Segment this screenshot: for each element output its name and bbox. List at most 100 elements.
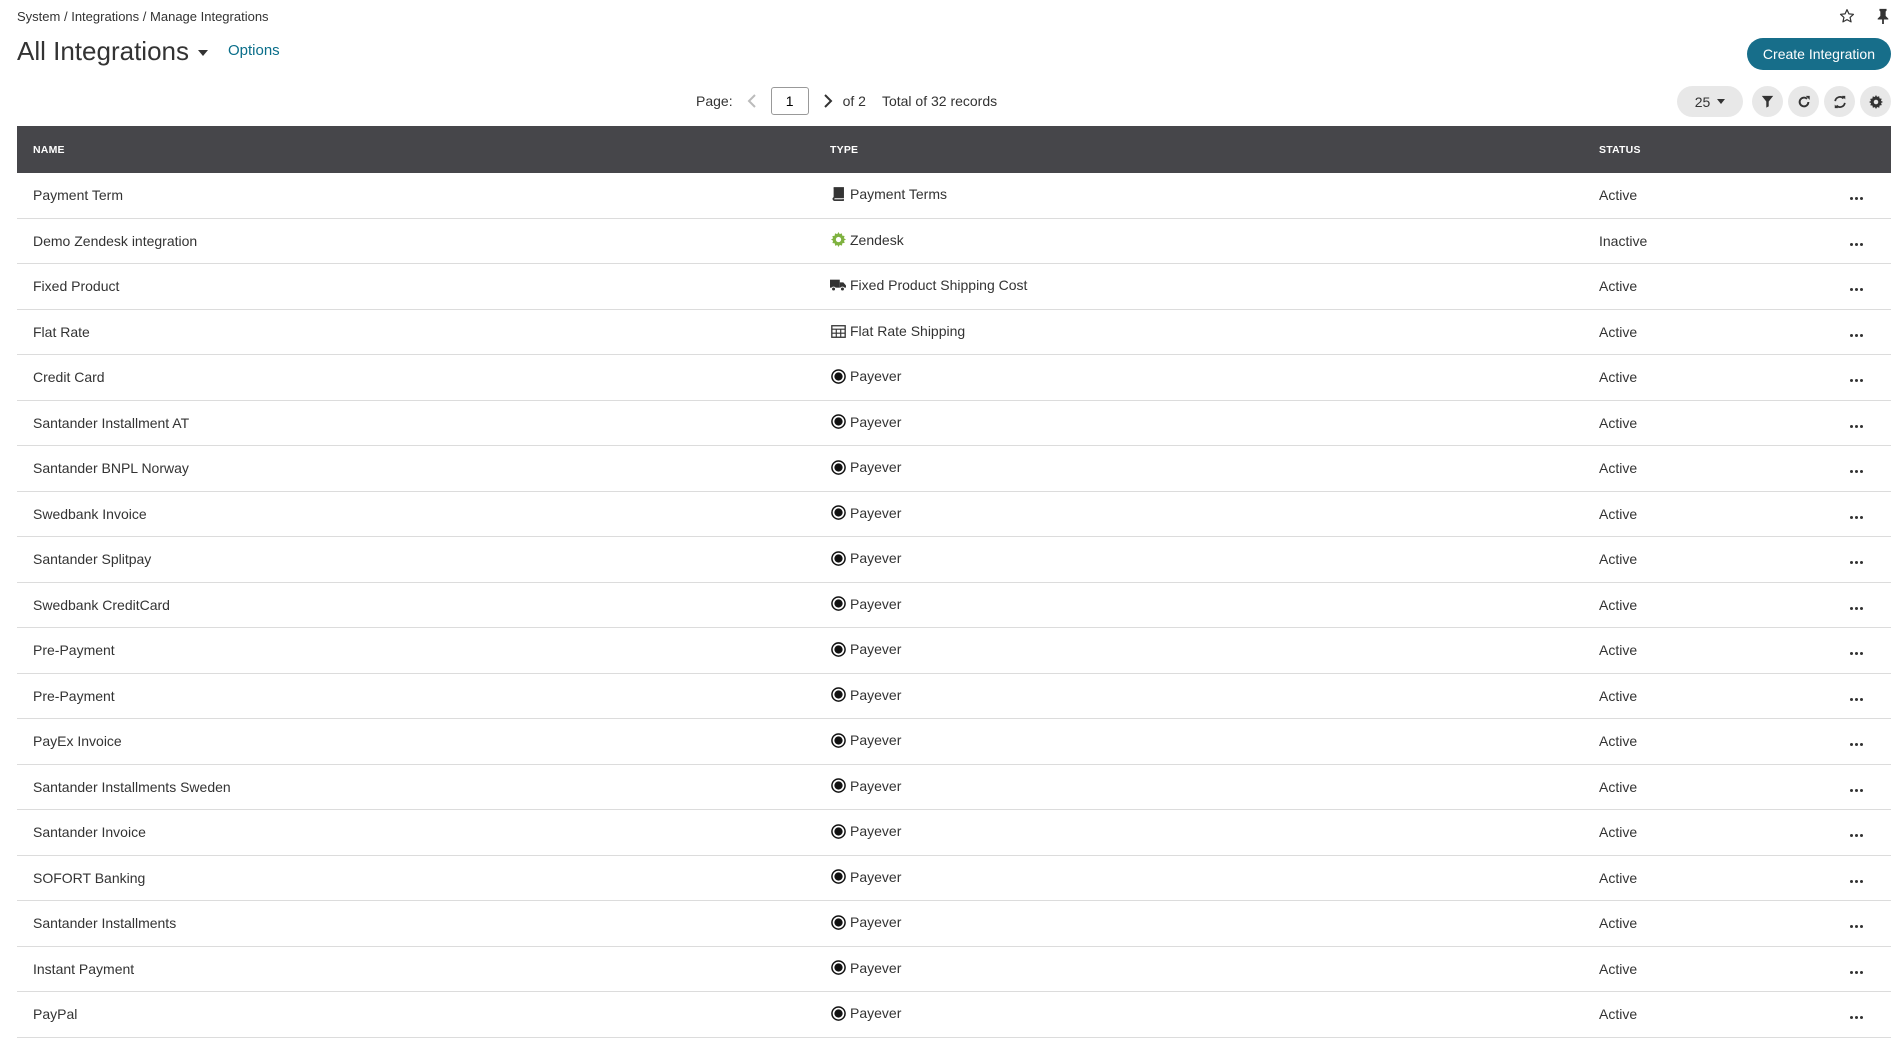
- row-name[interactable]: Pre-Payment: [17, 627, 830, 674]
- row-name[interactable]: SOFORT Banking: [17, 855, 830, 901]
- table-row[interactable]: SOFORT Banking Payever Active: [17, 855, 1891, 901]
- table-row[interactable]: PayEx Invoice Payever Active: [17, 718, 1891, 765]
- filter-button[interactable]: [1752, 86, 1783, 117]
- table-row[interactable]: Santander Splitpay Payever Active: [17, 536, 1891, 583]
- table-row[interactable]: Pre-Payment Payever Active: [17, 627, 1891, 674]
- more-actions-icon[interactable]: [1849, 788, 1863, 792]
- row-actions: [1821, 309, 1891, 355]
- truck-icon: [830, 277, 846, 293]
- refresh-button[interactable]: [1824, 86, 1855, 117]
- row-name[interactable]: PayEx Invoice: [17, 718, 830, 765]
- row-actions: [1821, 718, 1891, 765]
- table-body: Payment Term Payment Terms Active Demo Zend…: [17, 173, 1891, 1038]
- row-name[interactable]: Swedbank Invoice: [17, 491, 830, 537]
- row-actions: [1821, 218, 1891, 264]
- row-name[interactable]: Instant Payment: [17, 946, 830, 992]
- page-title[interactable]: All Integrations: [17, 36, 189, 67]
- more-actions-icon[interactable]: [1849, 561, 1863, 565]
- column-header-type[interactable]: TYPE: [830, 126, 1599, 173]
- per-page-select[interactable]: 25: [1677, 86, 1743, 117]
- row-type-label: Payever: [850, 868, 902, 885]
- more-actions-icon[interactable]: [1849, 333, 1863, 337]
- row-status: Active: [1599, 491, 1821, 537]
- row-status: Active: [1599, 764, 1821, 810]
- more-actions-icon[interactable]: [1849, 834, 1863, 838]
- breadcrumb-item-integrations[interactable]: Integrations: [71, 9, 139, 24]
- table-row[interactable]: Instant Payment Payever Active: [17, 946, 1891, 992]
- table-row[interactable]: Santander BNPL Norway Payever Active: [17, 445, 1891, 492]
- more-actions-icon[interactable]: [1849, 470, 1863, 474]
- row-name[interactable]: Flat Rate: [17, 309, 830, 355]
- breadcrumb-item-system[interactable]: System: [17, 9, 60, 24]
- more-actions-icon[interactable]: [1849, 697, 1863, 701]
- prev-page-icon[interactable]: [745, 91, 759, 111]
- row-name[interactable]: Swedbank CreditCard: [17, 582, 830, 628]
- pin-icon[interactable]: [1874, 7, 1892, 25]
- more-actions-icon[interactable]: [1849, 515, 1863, 519]
- table-row[interactable]: Santander Installment AT Payever Active: [17, 400, 1891, 446]
- row-actions: [1821, 445, 1891, 492]
- more-actions-icon[interactable]: [1849, 424, 1863, 428]
- more-actions-icon[interactable]: [1849, 925, 1863, 929]
- more-actions-icon[interactable]: [1849, 379, 1863, 383]
- more-actions-icon[interactable]: [1849, 197, 1863, 201]
- page-number-input[interactable]: [770, 87, 809, 115]
- row-name[interactable]: Santander Invoice: [17, 809, 830, 856]
- more-actions-icon[interactable]: [1849, 288, 1863, 292]
- row-status: Active: [1599, 582, 1821, 628]
- next-page-icon[interactable]: [821, 91, 835, 111]
- more-actions-icon[interactable]: [1849, 652, 1863, 656]
- row-status: Active: [1599, 718, 1821, 765]
- column-header-name[interactable]: NAME: [17, 126, 830, 173]
- payever-icon: [830, 914, 846, 930]
- table-row[interactable]: Demo Zendesk integration Zendesk Inactive: [17, 218, 1891, 264]
- table-row[interactable]: Credit Card Payever Active: [17, 354, 1891, 401]
- row-actions: [1821, 400, 1891, 446]
- row-name[interactable]: Credit Card: [17, 354, 830, 401]
- settings-button[interactable]: [1860, 86, 1891, 117]
- table-row[interactable]: Santander Installments Payever Active: [17, 900, 1891, 947]
- column-header-status[interactable]: STATUS: [1599, 126, 1821, 173]
- more-actions-icon[interactable]: [1849, 1016, 1863, 1020]
- more-actions-icon[interactable]: [1849, 970, 1863, 974]
- table-row[interactable]: Pre-Payment Payever Active: [17, 673, 1891, 719]
- row-name[interactable]: PayPal: [17, 991, 830, 1038]
- options-link[interactable]: Options: [228, 42, 280, 59]
- more-actions-icon[interactable]: [1849, 879, 1863, 883]
- row-name[interactable]: Santander BNPL Norway: [17, 445, 830, 492]
- row-name[interactable]: Demo Zendesk integration: [17, 218, 830, 264]
- caret-down-icon[interactable]: [197, 49, 208, 56]
- row-status: Active: [1599, 900, 1821, 947]
- more-actions-icon[interactable]: [1849, 743, 1863, 747]
- row-name[interactable]: Payment Term: [17, 173, 830, 219]
- star-icon[interactable]: [1838, 7, 1856, 25]
- more-actions-icon[interactable]: [1849, 242, 1863, 246]
- table-row[interactable]: Swedbank Invoice Payever Active: [17, 491, 1891, 537]
- refresh-icon: [1833, 95, 1846, 108]
- table-header-row: NAME TYPE STATUS: [17, 126, 1891, 173]
- row-name[interactable]: Santander Installments: [17, 900, 830, 947]
- table-row[interactable]: Santander Invoice Payever Active: [17, 809, 1891, 856]
- row-name[interactable]: Fixed Product: [17, 263, 830, 310]
- table-row[interactable]: Flat Rate Flat Rate Shipping Active: [17, 309, 1891, 355]
- row-type-label: Payever: [850, 732, 902, 748]
- table-row[interactable]: Payment Term Payment Terms Active: [17, 173, 1891, 219]
- toolbar: 25: [1677, 86, 1891, 117]
- table-row[interactable]: Swedbank CreditCard Payever Active: [17, 582, 1891, 628]
- row-name[interactable]: Santander Installment AT: [17, 400, 830, 446]
- row-name[interactable]: Pre-Payment: [17, 673, 830, 719]
- row-type-label: Payever: [850, 1005, 902, 1021]
- table-row[interactable]: Fixed Product Fixed Product Shipping Cost…: [17, 263, 1891, 310]
- row-status: Active: [1599, 354, 1821, 401]
- payever-icon: [830, 778, 846, 794]
- row-name[interactable]: Santander Installments Sweden: [17, 764, 830, 810]
- row-name[interactable]: Santander Splitpay: [17, 536, 830, 583]
- row-type-label: Zendesk: [850, 231, 904, 248]
- row-type-label: Fixed Product Shipping Cost: [850, 277, 1028, 294]
- create-integration-button[interactable]: Create Integration: [1746, 38, 1891, 70]
- table-row[interactable]: Santander Installments Sweden Payever Acti…: [17, 764, 1891, 810]
- caret-down-icon: [1717, 99, 1726, 104]
- more-actions-icon[interactable]: [1849, 606, 1863, 610]
- table-row[interactable]: PayPal Payever Active: [17, 991, 1891, 1038]
- reset-button[interactable]: [1788, 86, 1819, 117]
